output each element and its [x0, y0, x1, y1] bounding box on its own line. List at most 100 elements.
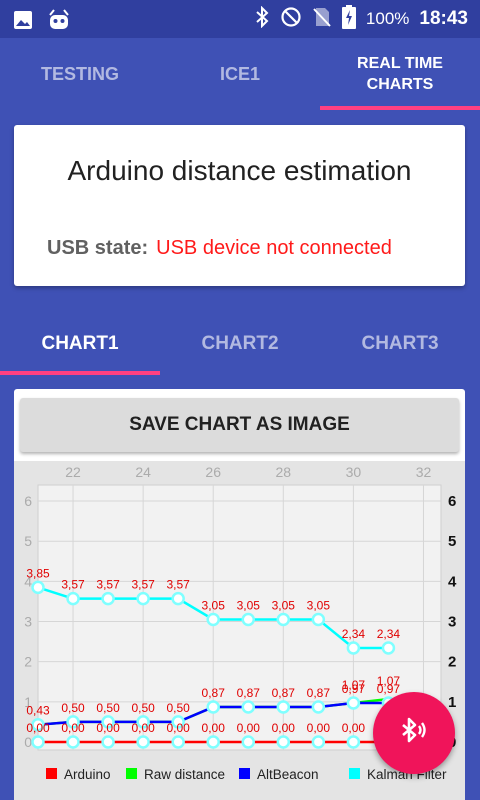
data-label: 0,00 — [131, 721, 155, 735]
data-point — [171, 735, 185, 749]
legend-swatch — [126, 768, 137, 779]
data-label: 3,57 — [131, 578, 155, 592]
info-card: Arduino distance estimation USB state: U… — [14, 125, 465, 286]
battery-percent: 100% — [365, 9, 410, 28]
data-label: 3,57 — [61, 578, 85, 592]
data-label: 0,00 — [202, 721, 226, 735]
x-tick-label: 22 — [65, 464, 81, 480]
data-point — [31, 580, 45, 595]
data-point — [171, 591, 185, 606]
data-point — [241, 735, 256, 749]
status-bar: 100% 18:43 — [0, 0, 480, 38]
data-point — [346, 735, 361, 749]
tab-ice1[interactable]: ICE1 — [160, 38, 320, 110]
data-label: 0,87 — [237, 686, 261, 700]
data-label: 0,00 — [96, 721, 120, 735]
legend-label: Raw distance — [144, 767, 225, 782]
y-tick-label-left: 0 — [24, 734, 32, 750]
data-point — [101, 591, 115, 606]
data-label: 2,34 — [342, 627, 366, 641]
legend-label: AltBeacon — [257, 767, 319, 782]
y-tick-label-right: 3 — [448, 614, 456, 631]
data-label: 3,05 — [272, 599, 296, 613]
bluetooth-icon — [254, 5, 270, 33]
data-point — [206, 700, 220, 714]
legend-label: Arduino — [64, 767, 111, 782]
y-tick-label-left: 3 — [24, 614, 32, 630]
page-title: Arduino distance estimation — [67, 155, 412, 186]
data-point — [346, 641, 361, 655]
bluetooth-searching-icon — [397, 714, 431, 753]
data-point — [276, 612, 291, 627]
legend-swatch — [239, 768, 250, 779]
tab-real-time-charts[interactable]: REAL TIME CHARTS — [320, 38, 480, 110]
no-sim-icon — [312, 6, 332, 33]
data-label: 0,00 — [272, 721, 296, 735]
data-point — [241, 612, 256, 627]
data-label: 0,50 — [96, 701, 120, 715]
data-point — [66, 591, 80, 606]
x-tick-label: 30 — [346, 464, 362, 480]
data-label: 3,05 — [237, 599, 261, 613]
y-tick-label-right: 2 — [448, 654, 456, 671]
data-point — [346, 696, 361, 710]
data-label: 3,05 — [202, 599, 226, 613]
do-not-disturb-icon — [280, 6, 302, 33]
data-label: 0,00 — [166, 721, 190, 735]
data-label: 0,87 — [307, 686, 331, 700]
legend-swatch — [46, 768, 57, 779]
tab-chart3[interactable]: CHART3 — [320, 313, 480, 375]
battery-charging-icon — [341, 4, 356, 34]
data-point — [311, 612, 326, 627]
data-point — [136, 735, 150, 749]
data-point — [276, 700, 291, 714]
y-tick-label-right: 6 — [448, 493, 456, 510]
data-label: 0,87 — [272, 686, 296, 700]
data-point — [66, 735, 80, 749]
data-point — [31, 735, 45, 749]
data-point — [136, 591, 150, 606]
data-label: 3,57 — [96, 578, 120, 592]
y-tick-label-left: 6 — [24, 493, 32, 509]
data-label: 2,34 — [377, 627, 401, 641]
top-tab-bar: TESTING ICE1 REAL TIME CHARTS — [0, 38, 480, 110]
x-tick-label: 32 — [416, 464, 432, 480]
bluetooth-fab-button[interactable] — [373, 692, 455, 774]
usb-state-value: USB device not connected — [156, 237, 392, 259]
x-tick-label: 28 — [276, 464, 292, 480]
data-label: 0,50 — [131, 701, 155, 715]
data-point — [276, 735, 291, 749]
data-point — [241, 700, 256, 714]
y-tick-label-right: 5 — [448, 533, 456, 550]
data-point — [206, 612, 220, 627]
x-tick-label: 24 — [135, 464, 151, 480]
tab-chart1[interactable]: CHART1 — [0, 313, 160, 375]
y-tick-label-left: 5 — [24, 533, 32, 549]
tab-real-time-charts-label: REAL TIME CHARTS — [357, 55, 443, 93]
usb-state-label: USB state: — [47, 237, 149, 259]
y-tick-label-left: 2 — [24, 654, 32, 670]
data-label: 0,50 — [166, 701, 190, 715]
data-label: 0,87 — [202, 686, 226, 700]
data-point — [311, 735, 326, 749]
chart-tab-bar: CHART1 CHART2 CHART3 — [0, 313, 480, 375]
legend-swatch — [349, 768, 360, 779]
android-debug-icon — [46, 7, 72, 38]
tab-testing[interactable]: TESTING — [0, 38, 160, 110]
data-label: 0,00 — [237, 721, 261, 735]
y-tick-label-right: 4 — [448, 573, 457, 590]
data-point — [206, 735, 220, 749]
tab-chart2[interactable]: CHART2 — [160, 313, 320, 375]
data-label: 0,00 — [26, 721, 50, 735]
usb-state-row: USB state: USB device not connected — [47, 237, 392, 260]
data-label: 3,05 — [307, 599, 331, 613]
data-label: 3,57 — [166, 578, 190, 592]
data-label: 3,85 — [26, 566, 50, 580]
data-label: 0,00 — [61, 721, 85, 735]
x-tick-label: 26 — [205, 464, 221, 480]
data-label: 1,07 — [377, 674, 401, 688]
data-label: 1,07 — [342, 678, 366, 692]
data-point — [101, 735, 115, 749]
data-label: 0,00 — [307, 721, 331, 735]
data-point — [381, 641, 396, 655]
